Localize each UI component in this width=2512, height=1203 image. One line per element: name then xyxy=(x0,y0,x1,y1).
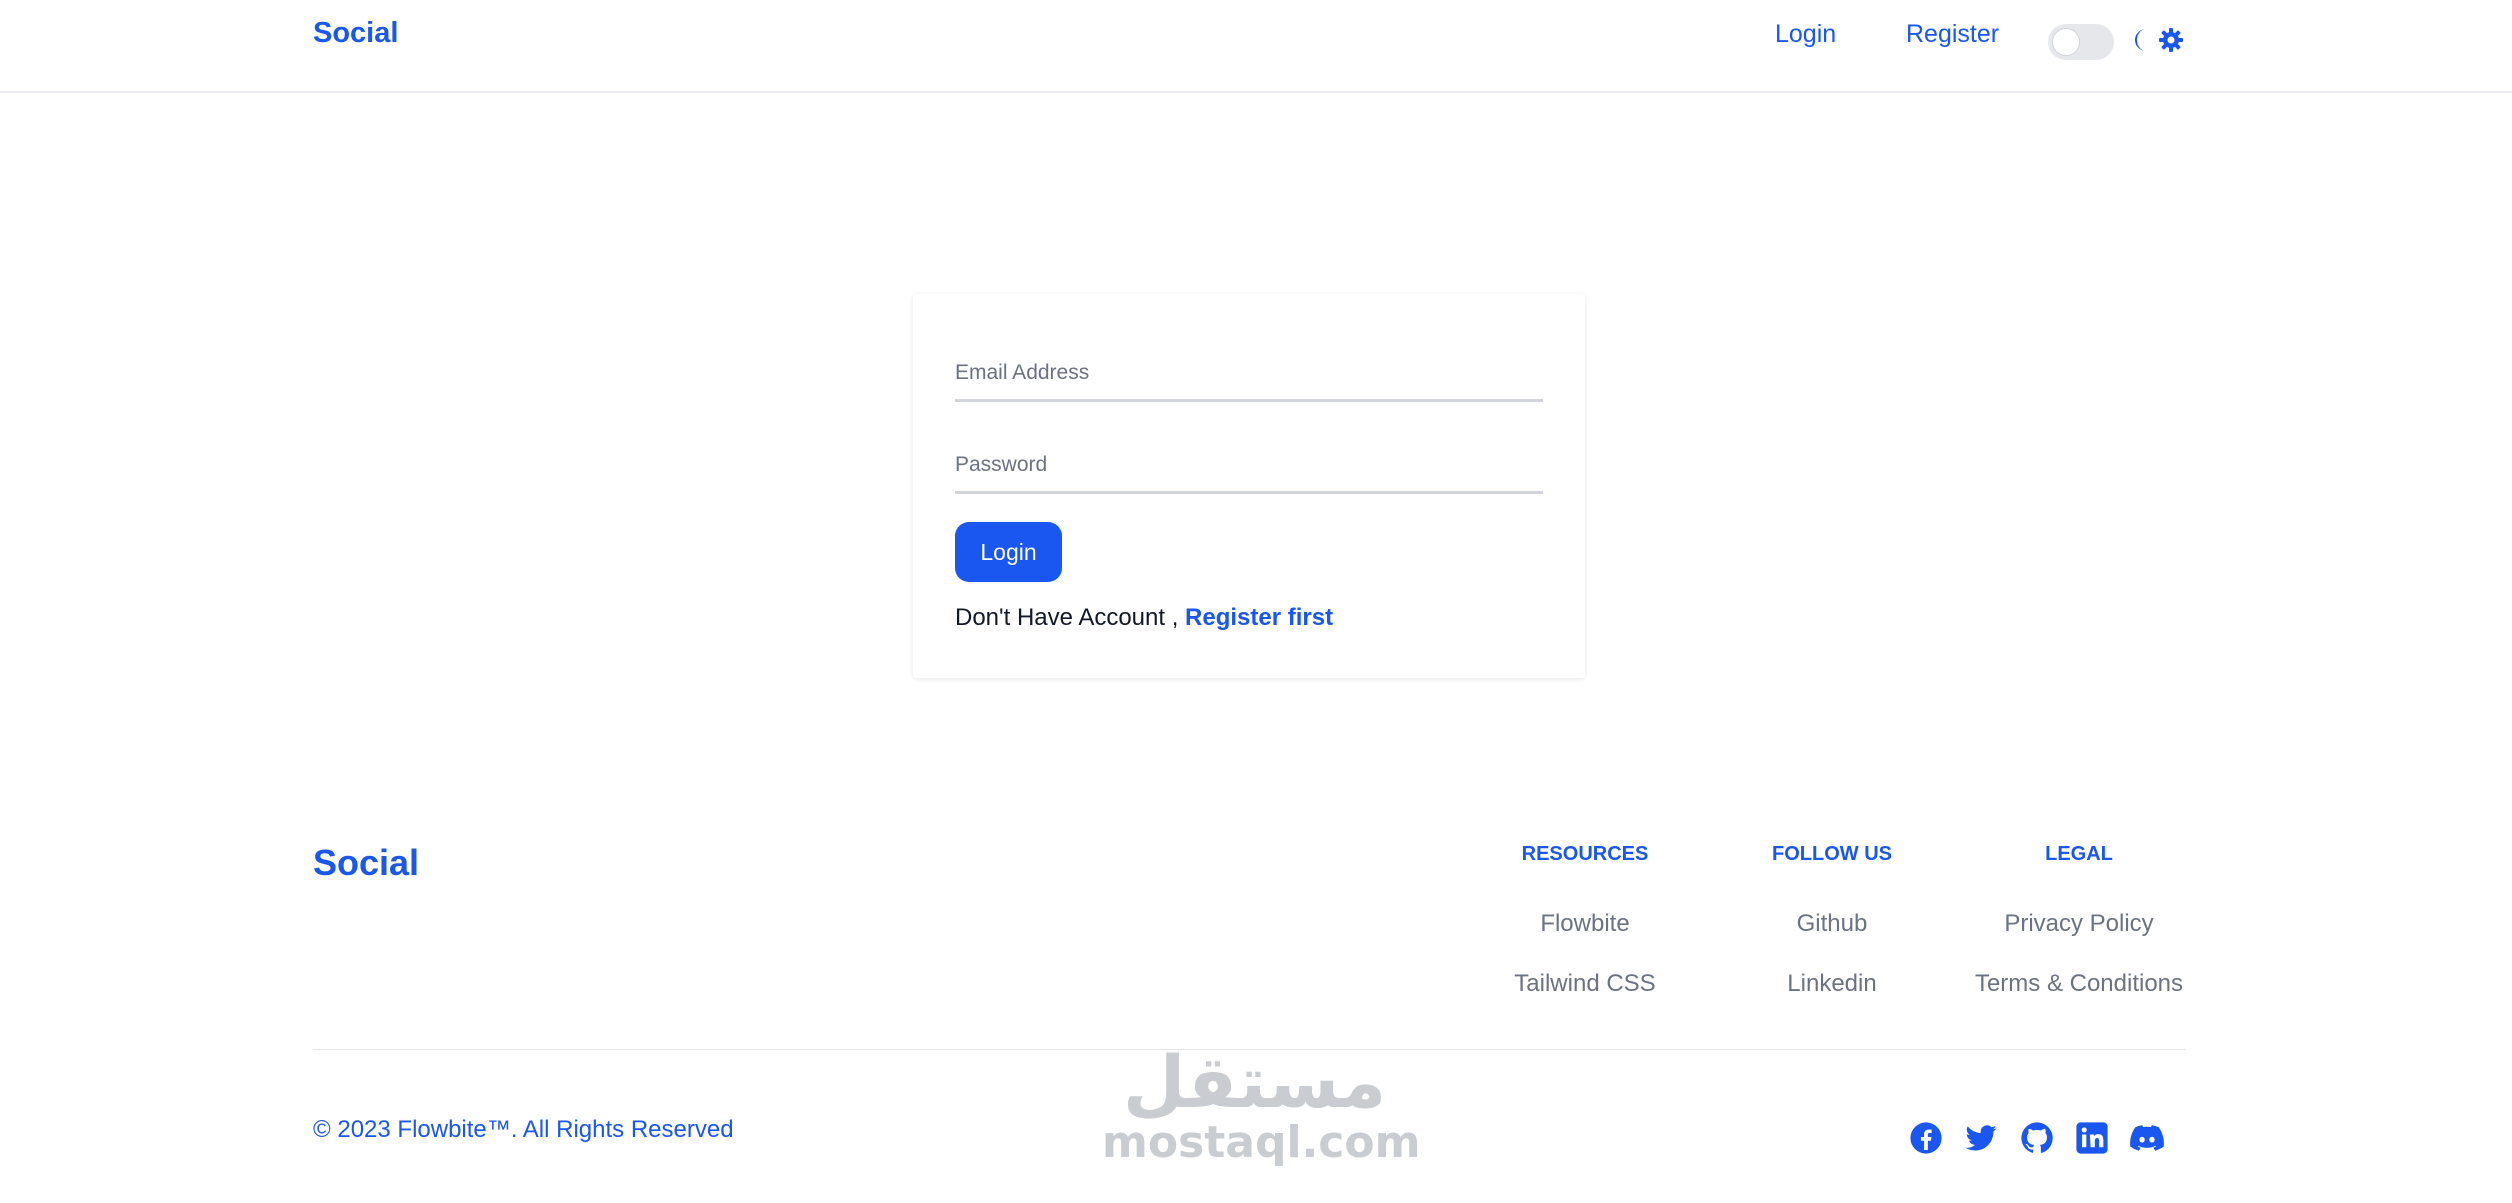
no-account-text: Don't Have Account , xyxy=(955,604,1179,631)
footer-link-tailwind[interactable]: Tailwind CSS xyxy=(1460,970,1710,998)
footer-link-privacy-policy[interactable]: Privacy Policy xyxy=(1954,910,2204,938)
login-button[interactable]: Login xyxy=(955,522,1062,582)
register-prompt: Don't Have Account , Register first xyxy=(955,604,1333,632)
password-field[interactable] xyxy=(955,438,1543,494)
footer-col-title-legal: LEGAL xyxy=(2045,843,2113,865)
nav-register-link[interactable]: Register xyxy=(1906,20,1999,49)
footer-brand[interactable]: Social xyxy=(313,842,419,884)
nav-login-link[interactable]: Login xyxy=(1775,20,1836,49)
watermark-arabic: مستقل xyxy=(1122,1040,1387,1124)
sun-icon xyxy=(2159,28,2183,52)
footer-link-terms[interactable]: Terms & Conditions xyxy=(1954,970,2204,998)
toggle-knob xyxy=(2052,28,2080,56)
facebook-icon[interactable] xyxy=(1909,1121,1943,1155)
footer-link-github[interactable]: Github xyxy=(1707,910,1957,938)
copyright-text: © 2023 Flowbite™. All Rights Reserved xyxy=(313,1116,734,1143)
brand-logo[interactable]: Social xyxy=(313,17,398,50)
watermark-latin: mostaql.com xyxy=(1102,1117,1421,1168)
watermark: مستقل mostaql.com xyxy=(1102,1040,1421,1168)
moon-icon xyxy=(2135,29,2146,51)
register-first-link[interactable]: Register first xyxy=(1185,604,1333,631)
footer-link-flowbite[interactable]: Flowbite xyxy=(1460,910,1710,938)
email-field[interactable] xyxy=(955,346,1543,402)
linkedin-icon[interactable] xyxy=(2075,1121,2109,1155)
footer-col-title-resources: RESOURCES xyxy=(1521,843,1649,865)
twitter-icon[interactable] xyxy=(1964,1121,1998,1155)
discord-icon[interactable] xyxy=(2130,1121,2164,1155)
footer-link-linkedin[interactable]: Linkedin xyxy=(1707,970,1957,998)
footer-divider xyxy=(313,1049,2186,1050)
theme-toggle[interactable] xyxy=(2048,24,2114,60)
github-icon[interactable] xyxy=(2020,1121,2054,1155)
top-navbar: Social Login Register xyxy=(0,0,2512,93)
footer-col-title-follow-us: FOLLOW US xyxy=(1772,843,1892,865)
